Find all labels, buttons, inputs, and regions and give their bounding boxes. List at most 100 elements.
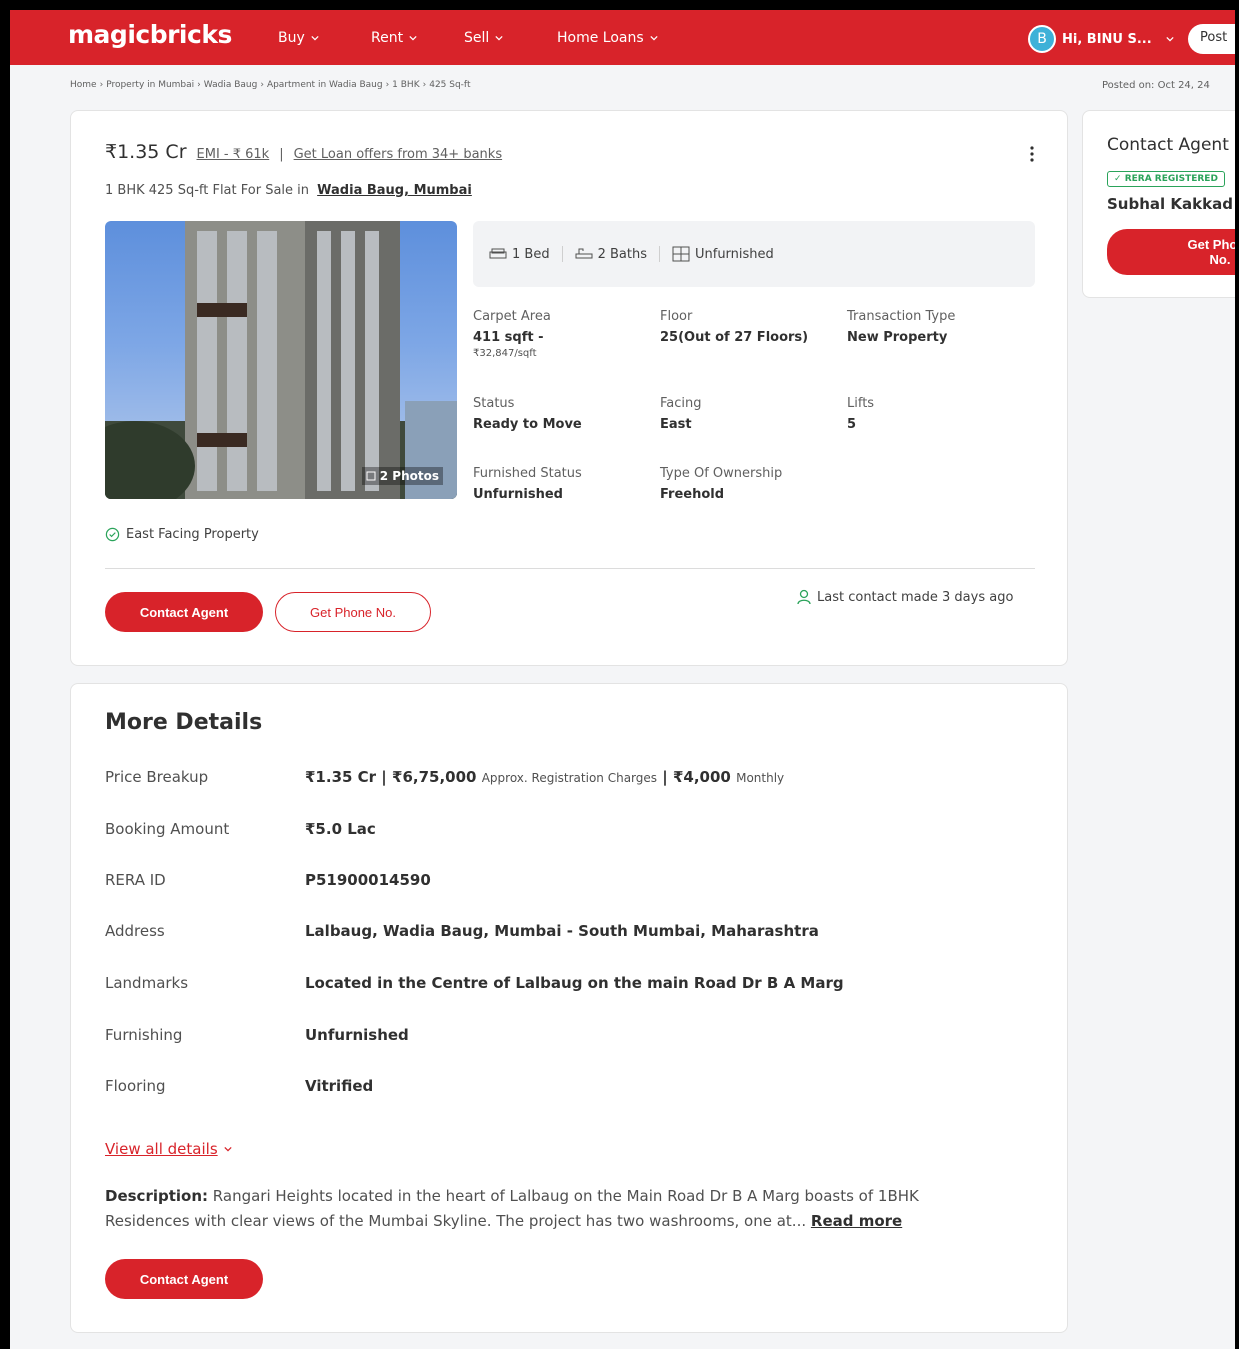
user-menu[interactable]: B Hi, BINU S... (1028, 25, 1174, 53)
spec-ownership: Type Of Ownership Freehold (660, 466, 782, 502)
nav-home-loans[interactable]: Home Loans (557, 30, 658, 46)
spec-value: New Property (847, 330, 948, 345)
spec-value: Ready to Move (473, 417, 582, 432)
chevron-down-icon (650, 35, 658, 41)
spec-value: Unfurnished (473, 487, 563, 502)
contact-agent-button[interactable]: Contact Agent (105, 592, 263, 632)
chevron-down-icon (311, 35, 319, 41)
detail-row-rera-id: RERA ID P51900014590 (105, 871, 431, 889)
nav-buy-label: Buy (278, 30, 305, 46)
section-title: More Details (105, 710, 263, 735)
bed-icon (489, 248, 507, 259)
spec-transaction-type: Transaction Type New Property (847, 309, 955, 345)
posted-date: Posted on: Oct 24, 24 (1102, 80, 1210, 91)
contact-agent-card: Contact Agent ✓ RERA REGISTERED Subhal K… (1082, 110, 1235, 298)
breadcrumb-item[interactable]: Property in Mumbai (106, 80, 194, 90)
spec-lifts: Lifts 5 (847, 396, 874, 432)
nav-buy[interactable]: Buy (278, 30, 319, 46)
spec-carpet-area: Carpet Area 411 sqft - ₹32,847/sqft (473, 309, 551, 359)
listing-subtitle: 1 BHK 425 Sq-ft Flat For Sale in Wadia B… (105, 183, 472, 198)
get-phone-button[interactable]: Get Phone No. (275, 592, 431, 632)
detail-label: Landmarks (105, 974, 189, 992)
spec-floor: Floor 25(Out of 27 Floors) (660, 309, 808, 345)
post-property-button[interactable]: Post (1188, 24, 1235, 54)
user-icon (797, 589, 811, 605)
detail-label: Flooring (105, 1077, 166, 1095)
loan-offers-link[interactable]: Get Loan offers from 34+ banks (294, 147, 502, 162)
chevron-down-icon (1166, 36, 1174, 42)
user-greeting: Hi, BINU S... (1062, 31, 1152, 47)
breadcrumb-separator-icon: › (385, 80, 390, 90)
breadcrumb-separator-icon: › (197, 80, 201, 90)
more-options-icon[interactable] (1029, 145, 1035, 163)
spec-value: 411 sqft - (473, 330, 544, 345)
breadcrumb-item: 425 Sq-ft (429, 80, 471, 90)
detail-value: ₹5.0 Lac (305, 820, 376, 838)
spec-value: 25(Out of 27 Floors) (660, 330, 809, 345)
read-more-link[interactable]: Read more (811, 1212, 902, 1230)
spec-facing: Facing East (660, 396, 702, 432)
emi-link[interactable]: EMI - ₹ 61k (197, 147, 270, 162)
photos-badge[interactable]: 2 Photos (361, 467, 443, 485)
price-row: ₹1.35 Cr EMI - ₹ 61k | Get Loan offers f… (105, 141, 502, 163)
amenity-furnishing-label: Unfurnished (694, 246, 774, 262)
breadcrumb: Home › Property in Mumbai › Wadia Baug › Ap… (70, 80, 470, 90)
last-contact: Last contact made 3 days ago (797, 589, 1013, 605)
spec-label: Type Of Ownership (660, 466, 783, 481)
highlight-text: East Facing Property (126, 527, 259, 542)
description-text: Rangari Heights located in the heart of … (105, 1187, 919, 1230)
amenity-baths: 2 Baths (561, 246, 659, 262)
nav-rent[interactable]: Rent (371, 30, 417, 46)
breakup-monthly: ₹4,000 (672, 768, 731, 786)
detail-row-booking-amount: Booking Amount ₹5.0 Lac (105, 820, 376, 838)
spec-value: East (660, 417, 692, 432)
spec-label: Furnished Status (473, 466, 582, 481)
contact-agent-button-bottom[interactable]: Contact Agent (105, 1259, 263, 1299)
view-all-label: View all details (105, 1140, 218, 1158)
spec-furnished-status: Furnished Status Unfurnished (473, 466, 582, 502)
agent-name: Subhal Kakkad (1107, 195, 1233, 213)
detail-row-price-breakup: Price Breakup ₹1.35 Cr | ₹6,75,000 Appro… (105, 768, 784, 786)
detail-label: Address (105, 922, 165, 940)
highlight-east-facing: East Facing Property (105, 527, 259, 542)
breadcrumb-item[interactable]: 1 BHK (392, 80, 419, 90)
breakup-registration: ₹6,75,000 (392, 768, 477, 786)
building-illustration (105, 221, 457, 499)
breakup-price: ₹1.35 Cr (305, 768, 377, 786)
spec-label: Lifts (847, 396, 875, 411)
furniture-icon (672, 246, 690, 262)
breadcrumb-item[interactable]: Apartment in Wadia Baug (267, 80, 383, 90)
nav-home-loans-label: Home Loans (557, 30, 644, 46)
chevron-down-icon (409, 35, 417, 41)
listing-subtitle-text: 1 BHK 425 Sq-ft Flat For Sale in (105, 183, 310, 198)
spec-value: Freehold (660, 487, 725, 502)
nav-sell-label: Sell (464, 30, 490, 46)
detail-label: RERA ID (105, 871, 166, 889)
amenity-bed-label: 1 Bed (512, 246, 550, 262)
divider (105, 568, 1035, 569)
description: Description: Rangari Heights located in … (105, 1184, 1005, 1234)
detail-value: Located in the Centre of Lalbaug on the … (305, 974, 844, 992)
view-all-details-link[interactable]: View all details (105, 1140, 232, 1158)
rera-badge: ✓ RERA REGISTERED (1107, 171, 1225, 187)
breadcrumb-item[interactable]: Home (70, 80, 97, 90)
detail-value: Unfurnished (305, 1026, 409, 1044)
spec-label: Facing (660, 396, 702, 411)
spec-value: 5 (847, 417, 857, 432)
price-separator: | (279, 147, 284, 162)
property-photo[interactable]: 2 Photos (105, 221, 457, 499)
location-link[interactable]: Wadia Baug, Mumbai (317, 183, 472, 198)
nav-sell[interactable]: Sell (464, 30, 503, 46)
side-get-phone-button[interactable]: Get Phone No. (1107, 229, 1235, 275)
more-details-card: More Details Price Breakup ₹1.35 Cr | ₹6… (70, 683, 1068, 1333)
breadcrumb-separator-icon: › (422, 80, 427, 90)
bath-icon (575, 248, 593, 259)
breakup-monthly-note: Monthly (736, 771, 785, 785)
spec-label: Transaction Type (847, 309, 956, 324)
detail-label: Furnishing (105, 1026, 183, 1044)
breadcrumb-item[interactable]: Wadia Baug (204, 80, 258, 90)
detail-value: ₹1.35 Cr | ₹6,75,000 Approx. Registratio… (305, 768, 785, 786)
amenity-furnishing: Unfurnished (658, 246, 786, 262)
spec-label: Carpet Area (473, 309, 551, 324)
magicbricks-logo[interactable]: magicbricks (68, 20, 232, 49)
